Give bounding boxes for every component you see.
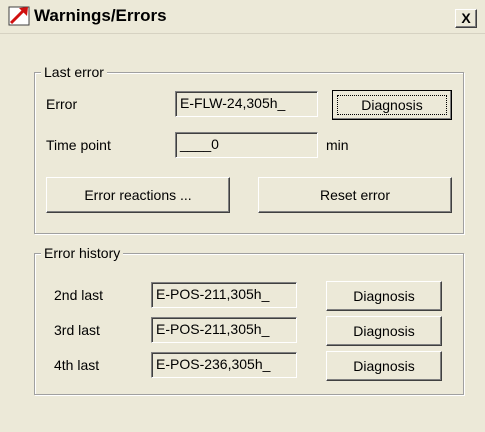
close-button[interactable]: X (455, 9, 477, 28)
diagnosis-button-label: Diagnosis (361, 97, 423, 113)
warnings-errors-dialog: Warnings/Errors X Last error Error E-FLW… (0, 0, 485, 432)
history-diagnosis-button-2nd[interactable]: Diagnosis (326, 281, 442, 311)
title-bar[interactable]: Warnings/Errors X (0, 0, 485, 34)
error-label: Error (46, 96, 78, 112)
history-diagnosis-button-3rd-label: Diagnosis (353, 323, 415, 339)
history-field-3rd: E-POS-211,305h_ (151, 317, 297, 343)
history-diagnosis-button-3rd[interactable]: Diagnosis (326, 316, 442, 346)
error-reactions-button[interactable]: Error reactions ... (46, 177, 230, 213)
history-field-4th: E-POS-236,305h_ (151, 352, 297, 378)
error-history-legend: Error history (41, 245, 124, 261)
error-field: E-FLW-24,305h_ (175, 91, 318, 117)
history-diagnosis-button-2nd-label: Diagnosis (353, 288, 415, 304)
window-title: Warnings/Errors (34, 6, 167, 25)
history-diagnosis-button-4th-label: Diagnosis (353, 358, 415, 374)
red-arrow-icon (8, 4, 32, 28)
time-unit-label: min (326, 137, 349, 153)
time-point-label: Time point (46, 137, 111, 153)
history-row-label-4th: 4th last (54, 357, 100, 373)
last-error-legend: Last error (41, 64, 107, 80)
reset-error-button-label: Reset error (319, 187, 391, 203)
reset-error-button[interactable]: Reset error (258, 177, 452, 213)
history-diagnosis-button-4th[interactable]: Diagnosis (326, 351, 442, 381)
time-point-field: ____0 (175, 132, 318, 158)
history-row-label-2nd: 2nd last (54, 287, 104, 303)
diagnosis-button[interactable]: Diagnosis (332, 90, 452, 120)
history-field-2nd: E-POS-211,305h_ (151, 282, 297, 308)
history-row-label-3rd: 3rd last (54, 322, 100, 338)
error-reactions-button-label: Error reactions ... (84, 187, 192, 203)
